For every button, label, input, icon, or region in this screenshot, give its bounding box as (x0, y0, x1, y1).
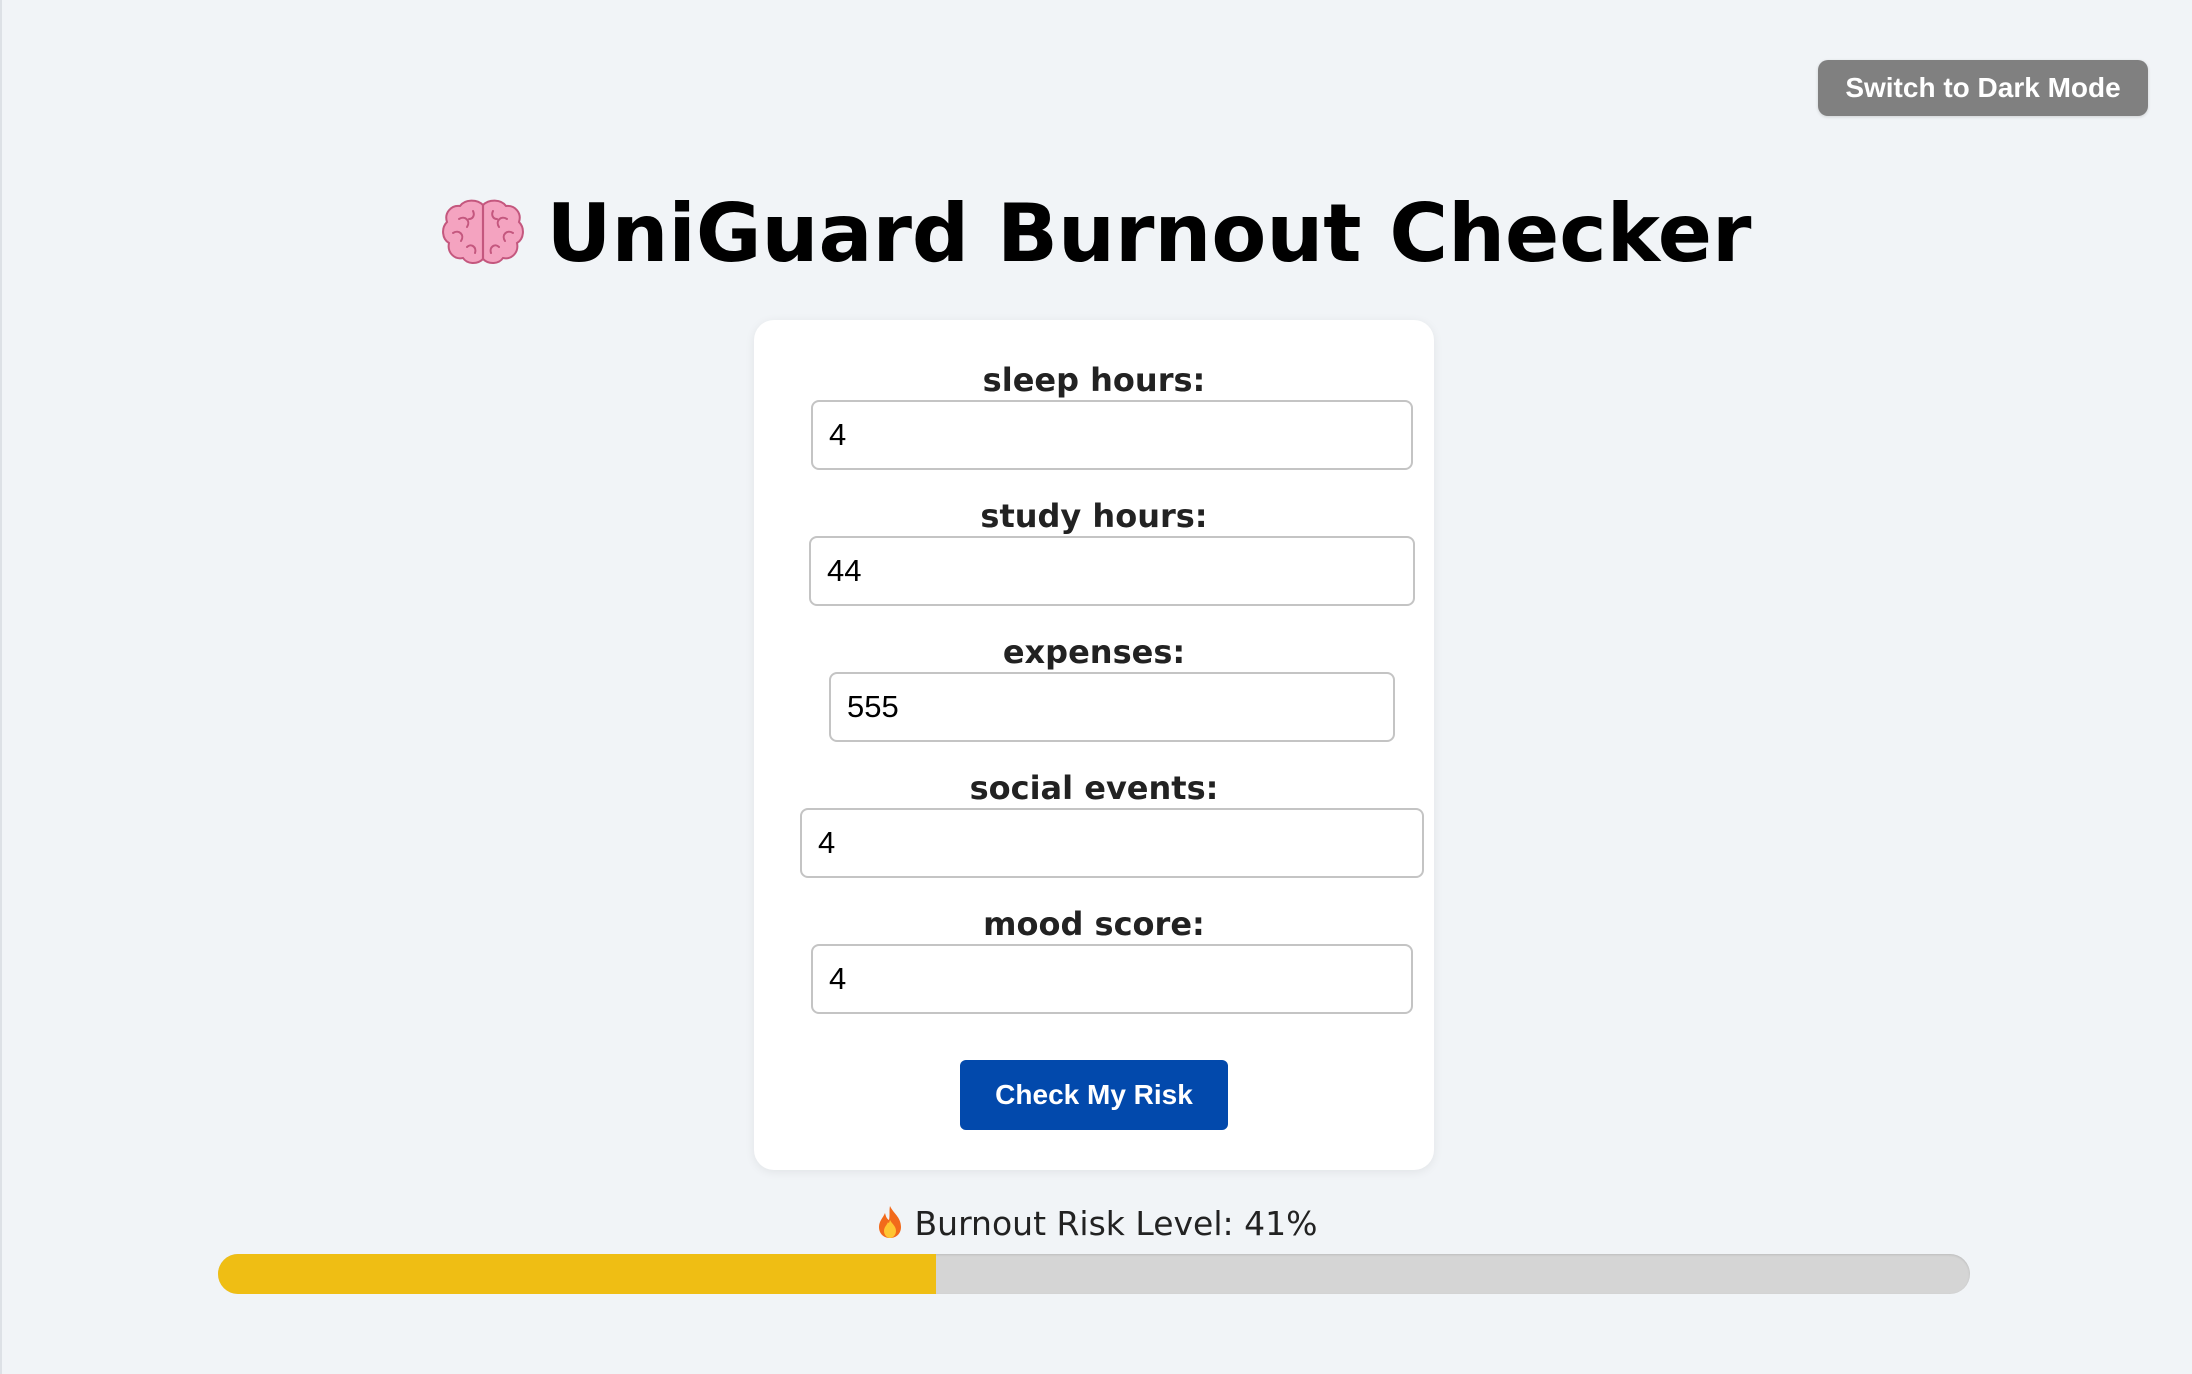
sleep-hours-label: sleep hours: (982, 361, 1206, 399)
sleep-hours-input[interactable] (811, 400, 1413, 470)
risk-level-text: Burnout Risk Level: 41% (914, 1204, 1318, 1243)
mood-score-input[interactable] (811, 944, 1413, 1014)
mood-score-label: mood score: (983, 905, 1205, 943)
study-hours-input[interactable] (809, 536, 1415, 606)
check-my-risk-button[interactable]: Check My Risk (960, 1060, 1228, 1130)
burnout-risk-result: Burnout Risk Level: 41% (0, 1202, 2192, 1246)
page-title: UniGuard Burnout Checker (0, 184, 2192, 284)
social-events-label: social events: (969, 769, 1219, 807)
fire-icon (878, 1206, 901, 1238)
burnout-form-card: sleep hours: study hours: expenses: soci… (754, 320, 1434, 1170)
brain-icon (441, 199, 524, 264)
risk-progress-fill (218, 1254, 937, 1294)
study-hours-label: study hours: (980, 497, 1208, 535)
social-events-input[interactable] (800, 808, 1424, 878)
page-title-text: UniGuard Burnout Checker (546, 187, 1752, 280)
expenses-input[interactable] (829, 672, 1395, 742)
risk-progress-bar (218, 1254, 1970, 1294)
dark-mode-toggle-button[interactable]: Switch to Dark Mode (1818, 60, 2148, 116)
expenses-label: expenses: (1002, 633, 1186, 671)
